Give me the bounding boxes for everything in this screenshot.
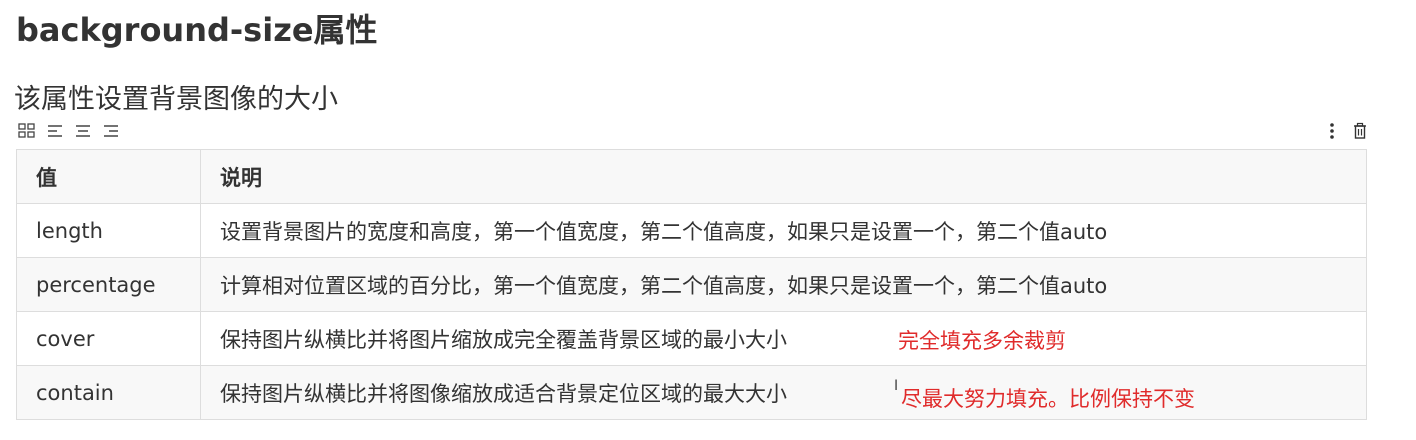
table-toolbar-right	[1322, 121, 1370, 141]
cell-description: 设置背景图片的宽度和高度，第一个值宽度，第二个值高度，如果只是设置一个，第二个值…	[200, 203, 1367, 258]
table-row: length 设置背景图片的宽度和高度，第一个值宽度，第二个值高度，如果只是设置…	[16, 203, 1367, 258]
annotation-note: 完全填充多余裁剪	[898, 329, 1066, 353]
cell-value: cover	[16, 311, 201, 366]
align-left-icon[interactable]	[45, 122, 65, 140]
table-row: percentage 计算相对位置区域的百分比，第一个值宽度，第二个值高度，如果…	[16, 257, 1367, 312]
annotation-note: 尽最大努力填充。比例保持不变	[901, 387, 1195, 411]
table-toolbar-left	[17, 122, 121, 140]
description-text: 保持图片纵横比并将图片缩放成完全覆盖背景区域的最小大小	[220, 327, 787, 352]
cell-value: length	[16, 203, 201, 258]
text-cursor-icon: I	[894, 378, 899, 394]
page-title: background-size属性	[16, 11, 378, 49]
cell-description: 保持图片纵横比并将图像缩放成适合背景定位区域的最大大小 I 尽最大努力填充。比例…	[200, 365, 1367, 420]
table-row: cover 保持图片纵横比并将图片缩放成完全覆盖背景区域的最小大小 完全填充多余…	[16, 311, 1367, 366]
cell-description: 计算相对位置区域的百分比，第一个值宽度，第二个值高度，如果只是设置一个，第二个值…	[200, 257, 1367, 312]
trash-icon[interactable]	[1350, 122, 1370, 140]
table-row: contain 保持图片纵横比并将图像缩放成适合背景定位区域的最大大小 I 尽最…	[16, 365, 1367, 420]
grid-icon[interactable]	[17, 122, 37, 140]
align-center-icon[interactable]	[73, 122, 93, 140]
description-text: 计算相对位置区域的百分比，第一个值宽度，第二个值高度，如果只是设置一个，第二个值…	[220, 273, 1108, 298]
header-description: 说明	[200, 149, 1367, 204]
header-value: 值	[16, 149, 201, 204]
table-header-row: 值 说明	[16, 149, 1367, 204]
page-subtitle: 该属性设置背景图像的大小	[14, 84, 338, 115]
align-right-icon[interactable]	[101, 122, 121, 140]
cell-description: 保持图片纵横比并将图片缩放成完全覆盖背景区域的最小大小 完全填充多余裁剪	[200, 311, 1367, 366]
description-text: 设置背景图片的宽度和高度，第一个值宽度，第二个值高度，如果只是设置一个，第二个值…	[220, 219, 1108, 244]
cell-value: contain	[16, 365, 201, 420]
more-vertical-icon[interactable]	[1322, 122, 1342, 140]
cell-value: percentage	[16, 257, 201, 312]
background-size-table: 值 说明 length 设置背景图片的宽度和高度，第一个值宽度，第二个值高度，如…	[16, 149, 1367, 420]
description-text: 保持图片纵横比并将图像缩放成适合背景定位区域的最大大小	[220, 381, 787, 406]
